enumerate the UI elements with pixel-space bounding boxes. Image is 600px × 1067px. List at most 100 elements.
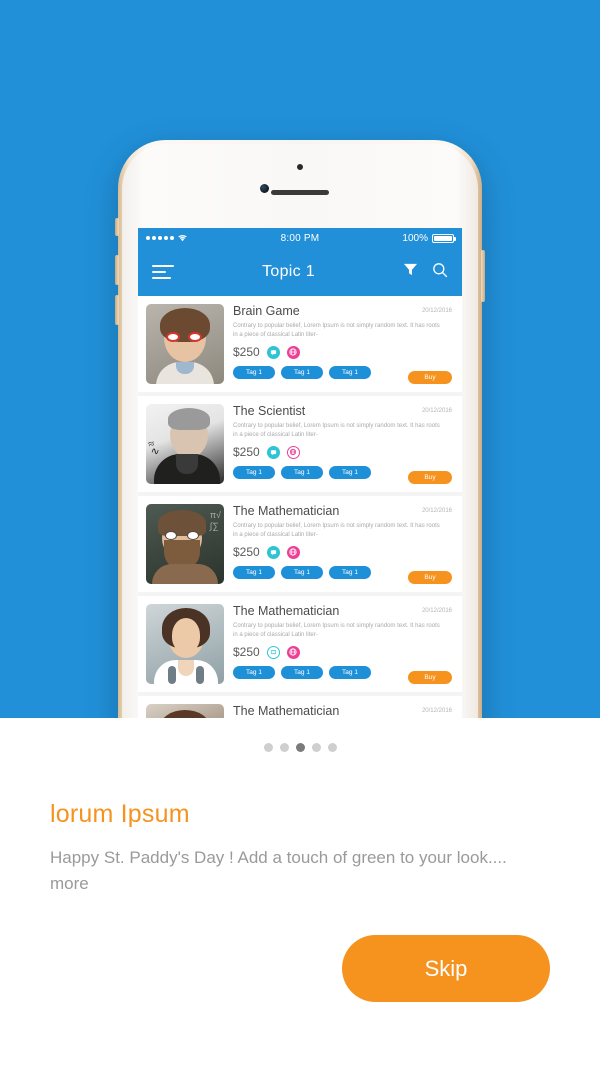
status-bar-time: 8:00 PM <box>280 232 320 244</box>
item-header: The Mathematician 20/12/2016 <box>233 604 452 619</box>
buy-button[interactable]: Buy <box>408 571 452 584</box>
item-price-row: $250 <box>233 445 452 459</box>
chat-icon[interactable] <box>266 345 280 359</box>
pagination-dot[interactable] <box>327 743 337 752</box>
tag-chip[interactable]: Tag 1 <box>329 366 371 379</box>
content-list[interactable]: Brain Game 20/12/2016 Contrary to popula… <box>138 296 462 718</box>
list-item[interactable]: The Mathematician 20/12/2016 Contrary to… <box>138 596 462 692</box>
item-body: The Mathematician 20/12/2016 Contrary to… <box>233 504 452 584</box>
item-thumbnail <box>146 704 224 718</box>
item-date: 20/12/2016 <box>421 308 452 314</box>
silent-switch[interactable] <box>115 218 119 236</box>
pagination-dot[interactable] <box>263 743 273 752</box>
list-item[interactable]: Brain Game 20/12/2016 Contrary to popula… <box>138 296 462 392</box>
buy-button[interactable]: Buy <box>408 471 452 484</box>
item-description: Contrary to popular belief, Lorem Ipsum … <box>233 323 440 338</box>
item-date: 20/12/2016 <box>421 608 452 614</box>
earpiece-speaker <box>271 190 329 195</box>
pagination-dot[interactable] <box>311 743 321 752</box>
item-title: The Mathematician <box>233 704 340 718</box>
item-thumbnail: ≈ ∿ <box>146 404 224 484</box>
globe-icon[interactable] <box>286 445 300 459</box>
item-description: Contrary to popular belief, Lorem Ipsum … <box>233 623 440 638</box>
item-description: Contrary to popular belief, Lorem Ipsum … <box>233 423 440 438</box>
item-title: Brain Game <box>233 304 300 318</box>
pagination-dots[interactable] <box>0 718 600 752</box>
item-price-row: $250 <box>233 545 452 559</box>
proximity-sensor-icon <box>297 164 303 170</box>
pagination-dot[interactable] <box>279 743 289 752</box>
tag-chip[interactable]: Tag 1 <box>233 466 275 479</box>
item-date: 20/12/2016 <box>421 708 452 714</box>
item-header: The Mathematician 20/12/2016 <box>233 504 452 519</box>
tag-chip[interactable]: Tag 1 <box>281 466 323 479</box>
item-thumbnail <box>146 604 224 684</box>
battery-icon <box>432 233 456 243</box>
tag-chip[interactable]: Tag 1 <box>329 466 371 479</box>
item-body: The Mathematician 20/12/2016 Contrary to… <box>233 704 452 718</box>
signal-strength-icon <box>146 236 174 240</box>
tag-chip[interactable]: Tag 1 <box>329 666 371 679</box>
item-body: Brain Game 20/12/2016 Contrary to popula… <box>233 304 452 384</box>
item-date: 20/12/2016 <box>421 508 452 514</box>
wifi-icon <box>177 234 188 242</box>
status-bar-left <box>146 234 281 242</box>
front-camera-icon <box>260 184 269 193</box>
battery-percent-label: 100% <box>402 232 428 244</box>
tag-chip[interactable]: Tag 1 <box>233 666 275 679</box>
filter-icon[interactable] <box>403 262 418 282</box>
item-header: The Mathematician 20/12/2016 <box>233 704 452 718</box>
item-header: The Scientist 20/12/2016 <box>233 404 452 419</box>
page-title: Topic 1 <box>262 263 315 280</box>
status-bar-right: 100% <box>319 232 456 244</box>
buy-button[interactable]: Buy <box>408 671 452 684</box>
item-thumbnail <box>146 304 224 384</box>
tag-chip[interactable]: Tag 1 <box>281 666 323 679</box>
phone-mockup: 8:00 PM 100% Topic 1 Brain Game 20/12/20… <box>115 140 485 718</box>
status-bar: 8:00 PM 100% <box>138 228 462 248</box>
item-price: $250 <box>233 445 260 459</box>
item-title: The Mathematician <box>233 504 340 518</box>
chat-icon[interactable] <box>266 545 280 559</box>
hero-background: 8:00 PM 100% Topic 1 Brain Game 20/12/20… <box>0 0 600 718</box>
item-price: $250 <box>233 345 260 359</box>
item-price: $250 <box>233 645 260 659</box>
globe-icon[interactable] <box>286 645 300 659</box>
hamburger-icon[interactable] <box>152 265 174 279</box>
bottom-panel: lorum Ipsum Happy St. Paddy's Day ! Add … <box>0 718 600 1067</box>
tag-chip[interactable]: Tag 1 <box>233 366 275 379</box>
skip-button[interactable]: Skip <box>342 935 550 1002</box>
navbar-actions <box>403 262 448 283</box>
tag-chip[interactable]: Tag 1 <box>281 566 323 579</box>
volume-up-button[interactable] <box>115 255 119 285</box>
item-header: Brain Game 20/12/2016 <box>233 304 452 319</box>
search-icon[interactable] <box>432 262 448 283</box>
list-item[interactable]: The Mathematician 20/12/2016 Contrary to… <box>138 696 462 718</box>
item-price-row: $250 <box>233 645 452 659</box>
globe-icon[interactable] <box>286 545 300 559</box>
promo-headline: lorum Ipsum <box>50 800 190 828</box>
globe-icon[interactable] <box>286 345 300 359</box>
chat-icon[interactable] <box>266 645 280 659</box>
item-date: 20/12/2016 <box>421 408 452 414</box>
tag-chip[interactable]: Tag 1 <box>281 366 323 379</box>
pagination-dot-active[interactable] <box>295 743 305 752</box>
phone-screen: 8:00 PM 100% Topic 1 Brain Game 20/12/20… <box>138 228 462 718</box>
promo-body: Happy St. Paddy's Day ! Add a touch of g… <box>50 848 507 893</box>
item-body: The Scientist 20/12/2016 Contrary to pop… <box>233 404 452 484</box>
app-navbar: Topic 1 <box>138 248 462 296</box>
list-item[interactable]: π√ ∫∑ The Mathematician 20/12/2016 Contra… <box>138 496 462 592</box>
item-description: Contrary to popular belief, Lorem Ipsum … <box>233 523 440 538</box>
item-price: $250 <box>233 545 260 559</box>
list-item[interactable]: ≈ ∿ The Scientist 20/12/2016 Contrary to … <box>138 396 462 492</box>
tag-chip[interactable]: Tag 1 <box>329 566 371 579</box>
item-thumbnail: π√ ∫∑ <box>146 504 224 584</box>
item-body: The Mathematician 20/12/2016 Contrary to… <box>233 604 452 684</box>
volume-down-button[interactable] <box>115 295 119 325</box>
tag-chip[interactable]: Tag 1 <box>233 566 275 579</box>
buy-button[interactable]: Buy <box>408 371 452 384</box>
power-button[interactable] <box>481 250 485 302</box>
item-title: The Scientist <box>233 404 306 418</box>
chat-icon[interactable] <box>266 445 280 459</box>
item-title: The Mathematician <box>233 604 340 618</box>
